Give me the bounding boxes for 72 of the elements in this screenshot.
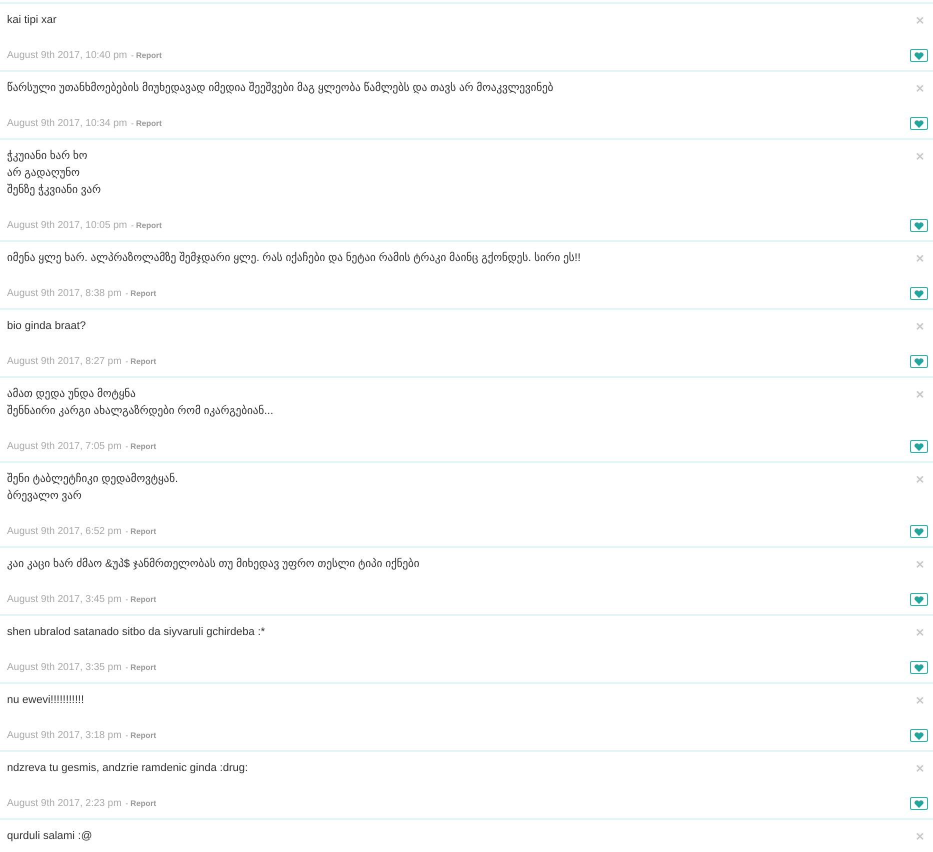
comment-text: kai tipi xar xyxy=(7,13,58,28)
report-link[interactable]: - Report xyxy=(126,595,156,604)
comment-text: წარსული უთანხმოებების მიუხედავად იმედია შეეშვები მაგ ყლეობა წამლებს და თავს არ მოაკვლევინებ xyxy=(7,80,554,96)
comment-text: shen ubralod satanado sitbo da siyvaruli gchirdeba :* xyxy=(7,625,266,640)
comment-text: qurduli salami :@ xyxy=(7,829,94,844)
comment-text: შენნაირი კარგი ახალგაზრდები რომ იკარგებიან... xyxy=(7,404,274,419)
comment-text: nu ewevi!!!!!!!!!!! xyxy=(7,693,86,708)
report-link[interactable]: - Report xyxy=(126,731,156,740)
comment-text: ჭკუიანი ხარ ხო xyxy=(7,148,88,164)
close-icon[interactable]: × xyxy=(915,828,925,845)
report-link[interactable]: - Report xyxy=(131,119,162,128)
like-button[interactable] xyxy=(910,797,928,810)
like-button[interactable] xyxy=(910,287,928,300)
comment-date: August 9th 2017, 6:52 pm xyxy=(7,526,122,537)
comment-text: ბრევალო ვარ xyxy=(7,488,83,504)
comment-text: შენზე ჭკვიანი ვარ xyxy=(7,182,102,198)
comment-date: August 9th 2017, 3:45 pm xyxy=(7,594,122,605)
heart-icon xyxy=(914,222,924,230)
close-icon[interactable]: × xyxy=(915,760,925,777)
like-button[interactable] xyxy=(910,49,928,62)
comment-date: August 9th 2017, 10:34 pm xyxy=(7,118,128,129)
close-icon[interactable]: × xyxy=(915,471,925,488)
report-link[interactable]: - Report xyxy=(126,799,156,808)
like-button[interactable] xyxy=(910,661,928,674)
comment-text: იმენა ყლე ხარ. ალპრაზოლამზე შემჯდარი ყლე. რას იქაჩები და ნეტაი რამის ტრაკი მაინც გქონდეს. სირი ეს!! xyxy=(7,250,582,266)
comment-text: შენი ტაბლეტჩიკი დედამოვტყან. xyxy=(7,472,180,487)
comment-text: ამათ დედა უნდა მოტყნა xyxy=(7,386,137,402)
comment-date: August 9th 2017, 2:23 pm xyxy=(7,798,122,809)
report-link[interactable]: - Report xyxy=(126,289,156,298)
heart-icon xyxy=(914,442,924,450)
comment-text: ndzreva tu gesmis, andzrie ramdenic ginda :drug: xyxy=(7,761,249,776)
like-button[interactable] xyxy=(910,117,928,130)
heart-icon xyxy=(914,528,924,536)
heart-icon xyxy=(914,800,924,808)
heart-icon xyxy=(914,290,924,298)
comment-date: August 9th 2017, 10:40 pm xyxy=(7,50,128,61)
like-button[interactable] xyxy=(910,440,928,453)
like-button[interactable] xyxy=(910,729,928,742)
heart-icon xyxy=(914,596,924,604)
close-icon[interactable]: × xyxy=(915,250,925,267)
close-icon[interactable]: × xyxy=(915,80,925,97)
like-button[interactable] xyxy=(910,219,928,232)
comment-date: August 9th 2017, 8:27 pm xyxy=(7,356,122,367)
comment-text: კაი კაცი ხარ ძმაო &უპ$ ჯანმრთელობას თუ მიხედავ უფრო თესლი ტიპი იქნები xyxy=(7,556,420,572)
comment-date: August 9th 2017, 7:05 pm xyxy=(7,441,122,452)
comment-date: August 9th 2017, 8:38 pm xyxy=(7,288,122,299)
heart-icon xyxy=(914,732,924,740)
report-link[interactable]: - Report xyxy=(131,221,162,230)
report-link[interactable]: - Report xyxy=(131,51,162,60)
heart-icon xyxy=(914,358,924,366)
heart-icon xyxy=(914,52,924,60)
close-icon[interactable]: × xyxy=(915,386,925,403)
comment-text: არ გადაღუნო xyxy=(7,166,81,181)
report-link[interactable]: - Report xyxy=(126,442,156,451)
close-icon[interactable]: × xyxy=(915,318,925,335)
close-icon[interactable]: × xyxy=(915,624,925,641)
like-button[interactable] xyxy=(910,593,928,606)
heart-icon xyxy=(914,120,924,128)
report-link[interactable]: - Report xyxy=(126,527,156,536)
close-icon[interactable]: × xyxy=(915,692,925,709)
heart-icon xyxy=(914,664,924,672)
report-link[interactable]: - Report xyxy=(126,357,156,366)
comment-date: August 9th 2017, 3:35 pm xyxy=(7,662,122,673)
close-icon[interactable]: × xyxy=(915,12,925,29)
comment-date: August 9th 2017, 3:18 pm xyxy=(7,730,122,741)
like-button[interactable] xyxy=(910,525,928,538)
like-button[interactable] xyxy=(910,355,928,368)
close-icon[interactable]: × xyxy=(915,148,925,165)
comment-date: August 9th 2017, 10:05 pm xyxy=(7,220,128,231)
report-link[interactable]: - Report xyxy=(126,663,156,672)
close-icon[interactable]: × xyxy=(915,556,925,573)
comment-text: bio ginda braat? xyxy=(7,319,87,334)
